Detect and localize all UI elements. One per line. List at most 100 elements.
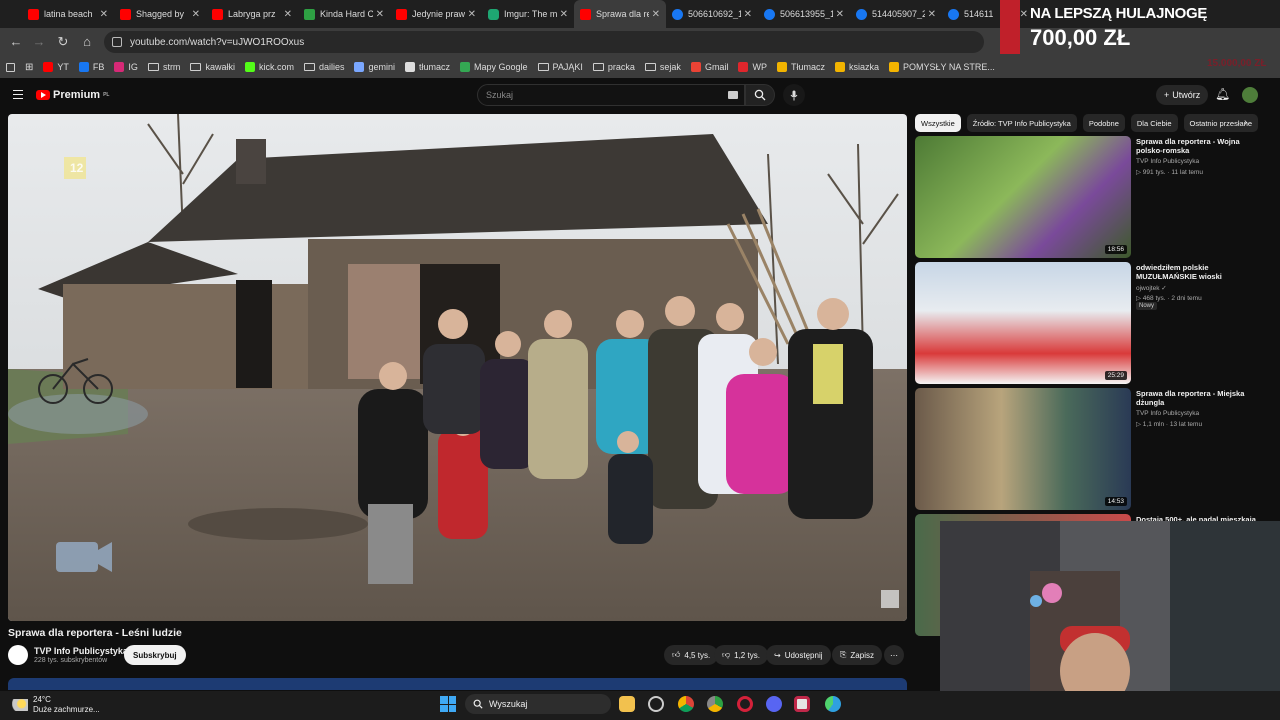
filter-chip[interactable]: Podobne	[1082, 114, 1125, 132]
menu-icon[interactable]	[13, 90, 23, 102]
dislike-button[interactable]: 👎︎ 1,2 tys.	[714, 645, 768, 665]
opera-icon[interactable]	[737, 696, 753, 712]
browser-tab[interactable]: 514405907_2396✕	[850, 0, 942, 28]
close-icon[interactable]: ✕	[284, 9, 292, 20]
like-button[interactable]: 👍︎ 4,5 tys.	[664, 645, 719, 665]
reload-icon[interactable]: ↻	[51, 34, 75, 50]
windows-start-icon[interactable]	[440, 696, 456, 712]
maps-icon	[460, 62, 471, 72]
youtube-logo[interactable]: Premium PL	[36, 89, 109, 101]
bookmark-item[interactable]: Tłumacz	[776, 62, 825, 72]
ms-icon	[834, 62, 845, 72]
browser-tab[interactable]: Jedynie praw ✕	[390, 0, 482, 28]
filter-chip[interactable]: Dla Ciebie	[1130, 114, 1178, 132]
video-thumbnail[interactable]: 25:29	[915, 262, 1131, 384]
more-actions-button[interactable]: ⋯	[884, 645, 904, 665]
bookmark-label: Tłumacz	[790, 62, 825, 72]
browser-tab[interactable]: 506610692_1007✕	[666, 0, 758, 28]
taskbar-search[interactable]: Wyszukaj	[465, 694, 611, 714]
search-button[interactable]	[745, 84, 775, 106]
bookmark-item[interactable]: FB	[78, 62, 104, 72]
browser-tab[interactable]: latina beach ✕	[22, 0, 114, 28]
settings-icon[interactable]	[648, 696, 664, 712]
browser-tab[interactable]: Labryga prz ✕	[206, 0, 298, 28]
weather-widget[interactable]: 24°C Duże zachmurze...	[12, 695, 100, 715]
recommended-video[interactable]: 25:29 odwiedziłem polskie MUZUŁMAŃSKIE wi…	[915, 262, 1265, 384]
bookmark-item[interactable]: kawałki	[190, 62, 235, 72]
search-input[interactable]: Szukaj	[477, 84, 745, 106]
video-player[interactable]: 12	[8, 114, 907, 621]
obs-icon[interactable]	[794, 696, 810, 712]
voice-search-button[interactable]	[783, 84, 805, 106]
discord-icon[interactable]	[766, 696, 782, 712]
home-icon[interactable]: ⌂	[75, 34, 99, 49]
site-info-icon[interactable]	[112, 37, 122, 47]
video-thumbnail[interactable]: 18:56	[915, 136, 1131, 258]
recommended-channel[interactable]: TVP Info Publicystyka	[1136, 158, 1199, 165]
bookmark-item[interactable]: gemini	[354, 62, 395, 72]
save-label: Zapisz	[850, 650, 874, 660]
bookmark-item[interactable]: Mapy Google	[460, 62, 528, 72]
close-icon[interactable]: ✕	[100, 9, 108, 20]
bookmark-item[interactable]: dailies	[303, 62, 344, 72]
bookmark-item[interactable]: PAJĄKI	[537, 62, 583, 72]
file-explorer-icon[interactable]	[619, 696, 635, 712]
notifications-icon[interactable]: 🔔︎	[1215, 87, 1230, 101]
bookmark-item[interactable]: tłumacz	[405, 62, 450, 72]
gemini-icon	[354, 62, 365, 72]
close-icon[interactable]: ✕	[928, 9, 936, 20]
thumbs-down-icon: 👎︎	[722, 650, 731, 659]
video-thumbnail[interactable]: 14:53	[915, 388, 1131, 510]
bookmark-item[interactable]: sejak	[644, 62, 681, 72]
recommended-channel[interactable]: ojwojtek ✓	[1136, 284, 1167, 292]
recommended-title[interactable]: Sprawa dla reportera - Wojna polsko-roms…	[1136, 137, 1261, 155]
bookmark-item[interactable]: Gmail	[690, 62, 728, 72]
close-icon[interactable]: ✕	[836, 9, 844, 20]
browser-tab[interactable]: Shagged by ✕	[114, 0, 206, 28]
close-icon[interactable]: ✕	[744, 9, 752, 20]
save-button[interactable]: ⎘ Zapisz	[832, 645, 882, 665]
account-avatar[interactable]	[1242, 87, 1258, 103]
address-bar[interactable]: youtube.com/watch?v=uJWO1ROOxus	[104, 31, 984, 53]
browser-tab[interactable]: Kinda Hard C ✕	[298, 0, 390, 28]
recommended-channel[interactable]: TVP Info Publicystyka	[1136, 410, 1199, 417]
subscribe-button[interactable]: Subskrybuj	[124, 645, 186, 665]
bookmark-item[interactable]: pracka	[592, 62, 635, 72]
close-icon[interactable]: ✕	[560, 9, 568, 20]
create-button[interactable]: + Utwórz	[1156, 85, 1209, 105]
bookmark-item[interactable]: YT	[43, 62, 69, 72]
edge-icon[interactable]	[825, 696, 841, 712]
bookmark-item[interactable]: kick.com	[244, 62, 294, 72]
close-icon[interactable]: ✕	[192, 9, 200, 20]
browser-tab[interactable]: Sprawa dla re ✕	[574, 0, 666, 28]
description-box[interactable]	[8, 678, 907, 690]
browser-tab[interactable]: Imgur: The mag✕	[482, 0, 574, 28]
chrome-icon[interactable]	[678, 696, 694, 712]
bookmark-item[interactable]: ksiazka	[834, 62, 879, 72]
browser-tab[interactable]: 506613955_1006✕	[758, 0, 850, 28]
channel-name[interactable]: TVP Info Publicystyka	[34, 646, 128, 656]
chevron-right-icon[interactable]: ›	[1244, 117, 1247, 128]
close-icon[interactable]: ✕	[468, 9, 476, 20]
recommended-title[interactable]: Sprawa dla reportera - Miejska dżungla	[1136, 389, 1261, 407]
bookmark-item[interactable]: WP	[738, 62, 767, 72]
bookmark-item[interactable]: POMYSŁY NA STRE...	[888, 62, 995, 72]
back-icon[interactable]: ←	[4, 34, 28, 49]
filter-chip[interactable]: Wszystkie	[915, 114, 961, 132]
keyboard-icon[interactable]	[728, 91, 738, 99]
recommended-title[interactable]: odwiedziłem polskie MUZUŁMAŃSKIE wioski	[1136, 263, 1261, 281]
forward-icon[interactable]: →	[27, 34, 51, 49]
bookmark-item[interactable]: IG	[114, 62, 138, 72]
chrome-canary-icon[interactable]	[707, 696, 723, 712]
grid-icon[interactable]: ⊞	[25, 62, 33, 73]
close-icon[interactable]: ✕	[652, 9, 660, 20]
channel-avatar[interactable]	[8, 645, 28, 665]
recommended-video[interactable]: 18:56 Sprawa dla reportera - Wojna polsko…	[915, 136, 1265, 258]
filter-chip[interactable]: Źródło: TVP Info Publicystyka	[966, 114, 1077, 132]
bookmark-item[interactable]: strm	[147, 62, 180, 72]
close-icon[interactable]: ✕	[376, 9, 384, 20]
apps-icon[interactable]	[6, 62, 15, 72]
share-button[interactable]: ↪ Udostępnij	[766, 645, 831, 665]
bookmark-icon: ⎘	[840, 650, 847, 659]
recommended-video[interactable]: 14:53 Sprawa dla reportera - Miejska dżun…	[915, 388, 1265, 510]
